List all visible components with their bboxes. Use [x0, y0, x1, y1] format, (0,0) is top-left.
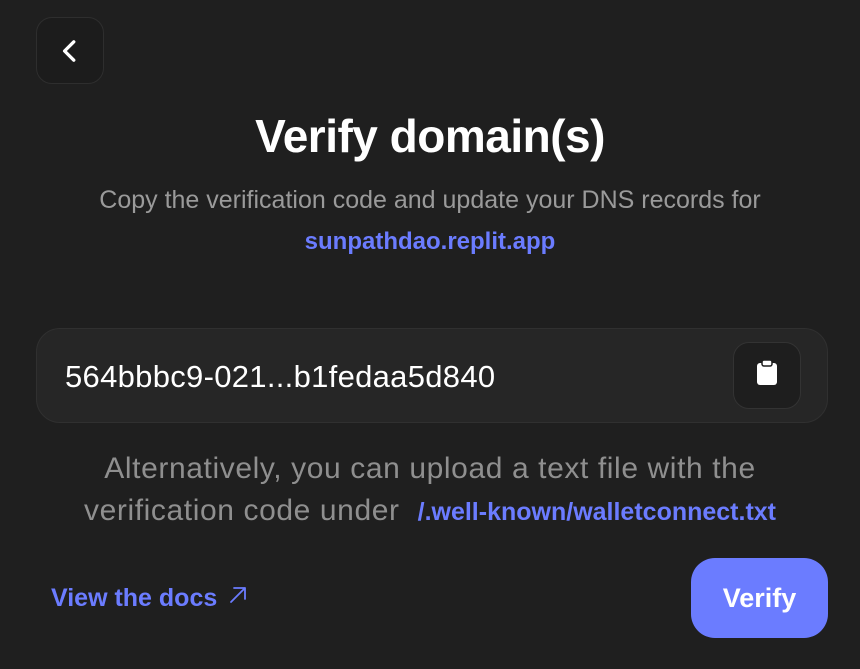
verification-code-field: 564bbbc9-021...b1fedaa5d840 [36, 328, 828, 423]
page-subtitle: Copy the verification code and update yo… [99, 186, 761, 214]
verify-domain-page: Verify domain(s) Copy the verification c… [0, 0, 860, 669]
domain-link[interactable]: sunpathdao.replit.app [0, 224, 860, 260]
verification-code[interactable]: 564bbbc9-021...b1fedaa5d840 [65, 329, 495, 424]
alternative-line-2-text: verification code under [83, 494, 400, 527]
view-docs-label: View the docs [51, 584, 218, 612]
alternative-instructions: Alternatively, you can upload a text fil… [20, 448, 840, 533]
well-known-path[interactable]: /.well-known/walletconnect.txt [418, 498, 776, 526]
copy-button[interactable] [733, 342, 801, 409]
back-button[interactable] [36, 17, 104, 84]
verify-button[interactable]: Verify [691, 558, 828, 638]
view-docs-link[interactable]: View the docs [51, 578, 249, 618]
arrow-up-right-icon [227, 578, 249, 618]
alternative-line-2: verification code under /.well-known/wall… [20, 490, 840, 533]
chevron-left-icon [57, 38, 83, 64]
page-title: Verify domain(s) [255, 110, 605, 162]
clipboard-icon [756, 359, 778, 391]
alternative-line-1: Alternatively, you can upload a text fil… [104, 452, 756, 485]
